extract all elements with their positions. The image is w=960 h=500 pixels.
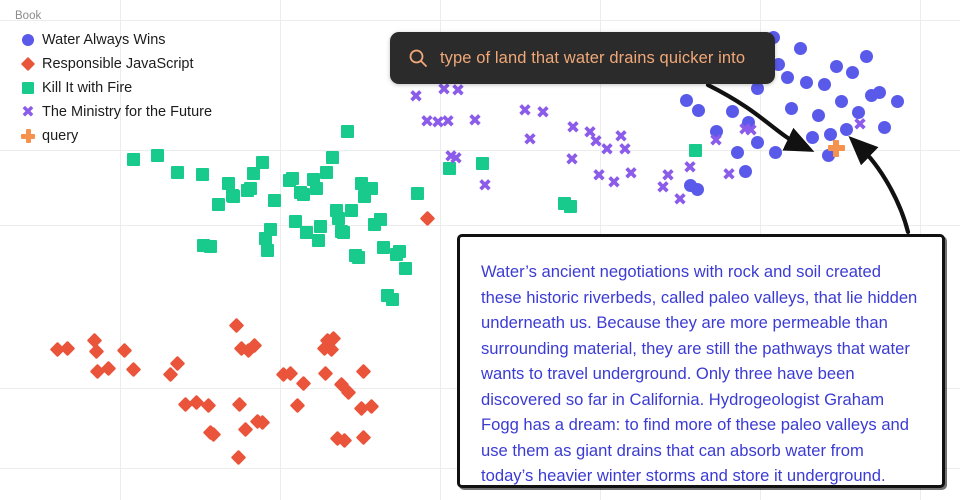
legend-marker-plus-icon [14, 129, 42, 143]
search-icon [408, 48, 428, 68]
legend-marker-x-icon: ✖ [21, 102, 35, 121]
legend-item[interactable]: Kill It with Fire [14, 76, 212, 100]
scatter-plot-app: ✖ ✖ ✖ ✖ ✖ ✖ ✖ ✖ ✖ ✖ ✖ ✖ ✖ ✖ ✖ ✖ ✖ ✖ ✖ ✖ ✖ ✖ ✖ ✖ ✖ ✖ ✖ ✖ ✖ ✖ ✖ ✖ Book Wa… [0, 0, 960, 500]
legend-marker-square-icon [14, 82, 42, 94]
legend-marker-diamond-icon [14, 56, 42, 72]
callout-box: Water’s ancient negotiations with rock a… [457, 234, 945, 488]
search-box[interactable]: type of land that water drains quicker i… [390, 32, 775, 84]
gridline-horizontal [0, 150, 960, 151]
legend-item[interactable]: Water Always Wins [14, 28, 212, 52]
legend-item-label: Responsible JavaScript [42, 56, 194, 72]
legend-item-label: Water Always Wins [42, 32, 166, 48]
legend-item[interactable]: query [14, 124, 212, 148]
legend-item-label: The Ministry for the Future [42, 104, 213, 120]
legend-marker-circle-icon [14, 34, 42, 46]
gridline-vertical [280, 0, 281, 500]
legend-item[interactable]: ✖ The Ministry for the Future [14, 100, 212, 124]
legend-title: Book [15, 10, 42, 22]
legend-item[interactable]: Responsible JavaScript [14, 52, 212, 76]
legend-item-label: query [42, 128, 79, 144]
legend-item-label: Kill It with Fire [42, 80, 133, 96]
gridline-horizontal [0, 225, 960, 226]
legend-items: Water Always Wins Responsible JavaScript K… [14, 28, 212, 148]
callout-text: Water’s ancient negotiations with rock a… [481, 262, 918, 485]
legend: Book Water Always Wins Responsible JavaSc… [14, 10, 212, 148]
search-input-value[interactable]: type of land that water drains quicker i… [440, 49, 745, 68]
